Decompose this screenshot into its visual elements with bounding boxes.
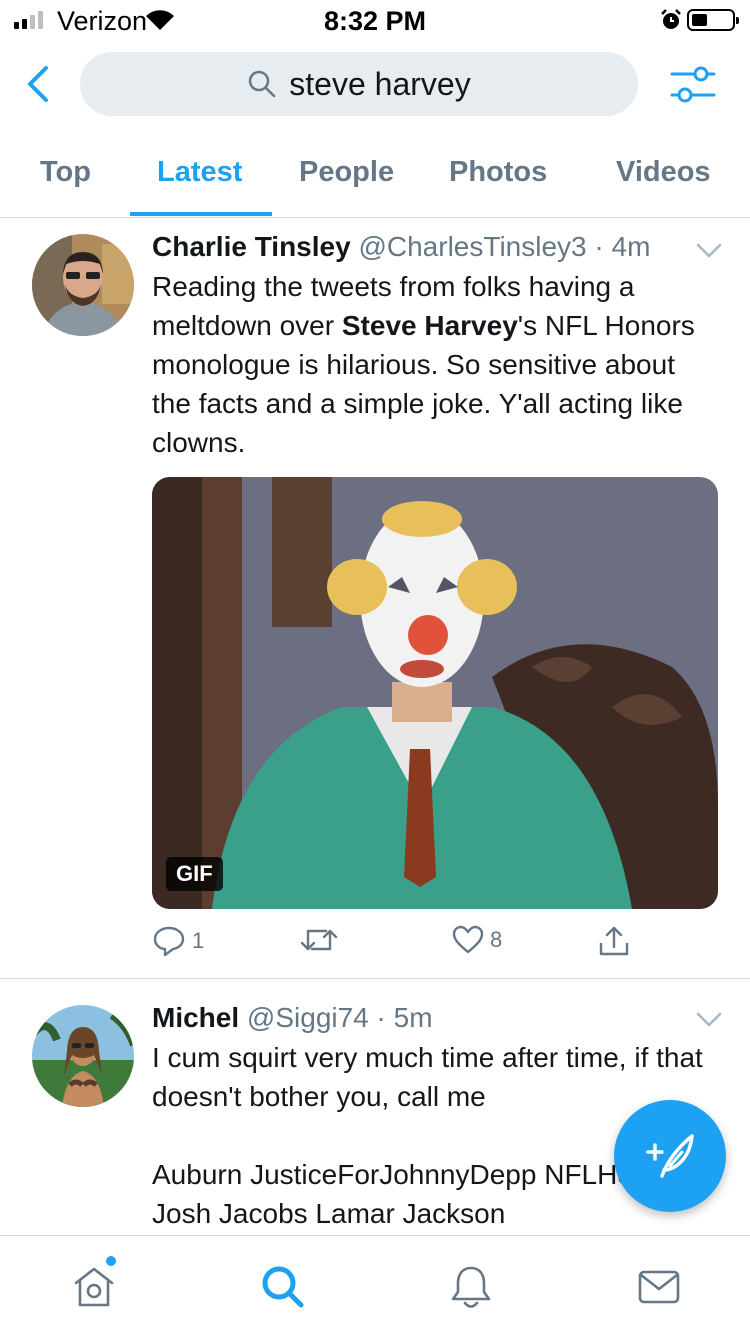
compose-tweet-icon [646, 1134, 694, 1178]
nav-search[interactable] [258, 1264, 308, 1310]
avatar[interactable] [32, 1005, 134, 1107]
tweet-header: Charlie Tinsley @CharlesTinsley3 · 4m [152, 231, 651, 262]
battery-icon [687, 9, 739, 31]
search-tabs: Top Latest People Photos Videos [0, 136, 750, 218]
status-bar: Verizon 8:32 PM [0, 0, 750, 40]
nav-messages[interactable] [634, 1264, 684, 1310]
bottom-tab-bar [0, 1235, 750, 1334]
home-icon [74, 1267, 114, 1307]
avatar-image [32, 234, 134, 336]
tweet-author-name[interactable]: Michel [152, 1002, 239, 1033]
tweet-gif-media[interactable]: GIF [152, 477, 718, 909]
search-header: steve harvey [0, 40, 750, 136]
chevron-down-icon[interactable] [694, 1010, 724, 1030]
avatar[interactable] [32, 234, 134, 336]
avatar-image [32, 1005, 134, 1107]
alarm-icon [661, 9, 681, 29]
clown-gif-image [152, 477, 718, 909]
tweet-author-name[interactable]: Charlie Tinsley [152, 231, 351, 262]
tab-top[interactable]: Top [40, 156, 91, 189]
retweet-icon [300, 929, 338, 951]
search-icon [262, 1266, 304, 1308]
gif-badge: GIF [166, 857, 223, 891]
like-button[interactable]: 8 [452, 925, 502, 955]
home-notification-dot [106, 1256, 116, 1266]
compose-tweet-button[interactable] [614, 1100, 726, 1212]
tab-latest[interactable]: Latest [157, 156, 242, 189]
tweet-header: Michel @Siggi74 · 5m [152, 1002, 433, 1033]
share-icon [599, 926, 629, 956]
mail-icon [638, 1270, 680, 1304]
chevron-down-icon[interactable] [694, 241, 724, 261]
sliders-icon[interactable] [668, 64, 718, 106]
reply-count: 1 [192, 928, 205, 953]
active-tab-indicator [130, 212, 272, 216]
tweet-author-handle[interactable]: @Siggi74 [247, 1002, 369, 1033]
bell-icon [451, 1266, 491, 1308]
tweet-actions: 1 8 [152, 925, 712, 965]
tab-videos[interactable]: Videos [616, 156, 711, 189]
retweet-button[interactable] [300, 925, 344, 955]
like-count: 8 [490, 927, 503, 952]
share-button[interactable] [598, 925, 630, 957]
search-query-text: steve harvey [289, 65, 471, 102]
tweet-text: Reading the tweets from folks having a m… [152, 267, 712, 462]
search-input[interactable]: steve harvey [80, 52, 638, 116]
nav-home[interactable] [69, 1264, 119, 1310]
heart-icon [452, 925, 484, 954]
tweet-timestamp: 4m [611, 231, 651, 262]
status-time: 8:32 PM [323, 6, 427, 36]
tweet[interactable]: Charlie Tinsley @CharlesTinsley3 · 4m Re… [0, 219, 750, 979]
reply-button[interactable]: 1 [152, 925, 204, 957]
tweet-author-handle[interactable]: @CharlesTinsley3 [358, 231, 586, 262]
nav-notifications[interactable] [446, 1264, 496, 1310]
reply-icon [153, 926, 185, 957]
tab-people[interactable]: People [299, 156, 394, 189]
tab-photos[interactable]: Photos [449, 156, 547, 189]
tweet-timestamp: 5m [393, 1002, 433, 1033]
back-chevron-icon[interactable] [22, 64, 58, 104]
search-icon [249, 70, 276, 98]
tweet-text-highlight: Steve Harvey [341, 310, 518, 341]
